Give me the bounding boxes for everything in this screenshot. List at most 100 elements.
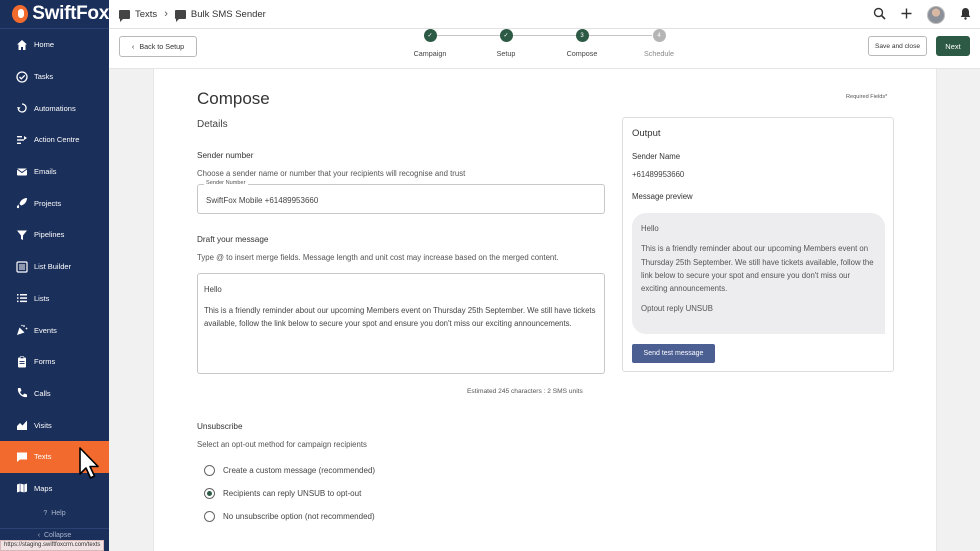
sidebar-item-label: Emails xyxy=(34,167,57,177)
sidebar-item-label: Calls xyxy=(34,388,51,398)
collapse-button[interactable]: ‹ Collapse xyxy=(0,528,109,539)
sidebar-item-label: Action Centre xyxy=(34,135,80,145)
bell-icon[interactable] xyxy=(959,7,972,23)
draft-message-help: Type @ to insert merge fields. Message l… xyxy=(197,253,559,262)
check-icon: ✓ xyxy=(499,29,513,42)
chevron-right-icon: › xyxy=(164,8,168,20)
sender-name-value: +61489953660 xyxy=(632,170,685,179)
sidebar-item-list-builder[interactable]: List Builder xyxy=(0,251,109,283)
message-icon xyxy=(15,450,28,463)
phone-icon xyxy=(15,387,28,400)
radio-button[interactable] xyxy=(204,488,215,499)
list-icon xyxy=(15,292,28,305)
refresh-icon xyxy=(15,102,28,115)
list-builder-icon xyxy=(15,260,28,273)
breadcrumb-texts[interactable]: Texts xyxy=(135,9,157,20)
step-setup[interactable]: ✓ Setup xyxy=(476,29,536,58)
sidebar-item-automations[interactable]: Automations xyxy=(0,92,109,124)
sidebar-item-events[interactable]: Events xyxy=(0,314,109,346)
radio-button[interactable] xyxy=(204,511,215,522)
filter-icon xyxy=(15,228,28,241)
map-icon xyxy=(15,482,28,495)
sender-name-label: Sender Name xyxy=(632,152,681,161)
sidebar-item-forms[interactable]: Forms xyxy=(0,346,109,378)
sidebar-item-lists[interactable]: Lists xyxy=(0,283,109,315)
sender-field-label: Sender Number xyxy=(204,180,248,186)
sidebar-item-pipelines[interactable]: Pipelines xyxy=(0,219,109,251)
breadcrumb-bulk-sms: Bulk SMS Sender xyxy=(190,8,266,20)
app-name: SwiftFox xyxy=(32,3,109,24)
check-icon: ✓ xyxy=(423,29,437,42)
top-actions xyxy=(873,0,972,29)
step-number: 3 xyxy=(575,29,589,42)
back-to-setup-button[interactable]: ‹ Back to Setup xyxy=(119,36,197,57)
send-test-message-button[interactable]: Send test message xyxy=(632,344,715,363)
sidebar-item-calls[interactable]: Calls xyxy=(0,378,109,410)
radio-button[interactable] xyxy=(204,465,215,476)
sidebar-item-emails[interactable]: Emails xyxy=(0,156,109,188)
step-label: Campaign xyxy=(413,49,447,58)
home-icon xyxy=(15,38,28,51)
message-body: This is a friendly reminder about our up… xyxy=(204,305,596,329)
sidebar-item-projects[interactable]: Projects xyxy=(0,187,109,219)
message-greeting: Hello xyxy=(204,285,222,294)
sidebar-item-label: Lists xyxy=(34,293,50,303)
next-button[interactable]: Next xyxy=(936,36,970,56)
page-title: Compose xyxy=(197,89,270,108)
message-icon xyxy=(119,9,130,22)
sidebar-item-label: List Builder xyxy=(34,262,72,272)
sidebar-item-label: Events xyxy=(34,325,57,335)
unsub-option-none[interactable]: No unsubscribe option (not recommended) xyxy=(204,511,375,522)
character-estimate: Estimated 245 characters : 2 SMS units xyxy=(467,388,583,395)
back-label: Back to Setup xyxy=(139,42,185,51)
required-fields-note: Required Fields* xyxy=(846,94,888,100)
help-label: Help xyxy=(51,510,66,517)
help-link[interactable]: ? Help xyxy=(0,510,109,517)
clipboard-icon xyxy=(15,355,28,368)
preview-optout: Optout reply UNSUB xyxy=(641,304,713,314)
chevron-left-icon: ‹ xyxy=(131,42,135,51)
sidebar-item-tasks[interactable]: Tasks xyxy=(0,61,109,93)
sender-number-field[interactable]: Sender Number SwiftFox Mobile +614899536… xyxy=(197,180,605,214)
sidebar-item-label: Visits xyxy=(34,420,52,430)
message-textarea[interactable]: Hello This is a friendly reminder about … xyxy=(197,273,605,374)
unsub-option-reply[interactable]: Recipients can reply UNSUB to opt-out xyxy=(204,488,361,499)
step-schedule[interactable]: 4 Schedule xyxy=(629,29,689,58)
preview-greeting: Hello xyxy=(641,224,659,233)
sidebar-item-label: Home xyxy=(34,40,55,50)
chart-icon xyxy=(15,419,28,432)
sidebar-nav: Home Tasks Automations Action Centre Ema… xyxy=(0,29,109,504)
avatar[interactable] xyxy=(927,5,945,24)
save-and-close-button[interactable]: Save and close xyxy=(868,36,927,56)
message-icon xyxy=(174,9,186,22)
draft-message-label: Draft your message xyxy=(197,235,269,244)
sidebar-item-action-centre[interactable]: Action Centre xyxy=(0,124,109,156)
output-title: Output xyxy=(632,128,661,139)
step-compose[interactable]: 3 Compose xyxy=(552,29,612,58)
sender-number-help: Choose a sender name or number that your… xyxy=(197,169,466,178)
party-icon xyxy=(15,324,28,337)
stepper-bar: ‹ Back to Setup ✓ Campaign ✓ Setup 3 Comp… xyxy=(109,29,980,69)
sidebar-item-label: Tasks xyxy=(34,72,54,82)
sidebar-item-label: Pipelines xyxy=(34,230,65,240)
details-heading: Details xyxy=(197,119,228,130)
envelope-icon xyxy=(15,165,28,178)
sidebar-item-home[interactable]: Home xyxy=(0,29,109,61)
plus-icon[interactable] xyxy=(900,7,913,23)
sidebar-item-label: Projects xyxy=(34,198,62,208)
sidebar-item-visits[interactable]: Visits xyxy=(0,409,109,441)
action-centre-icon xyxy=(15,133,28,146)
radio-label: No unsubscribe option (not recommended) xyxy=(223,512,375,521)
sender-number-label: Sender number xyxy=(197,151,254,160)
step-campaign[interactable]: ✓ Campaign xyxy=(400,29,460,58)
radio-label: Create a custom message (recommended) xyxy=(223,466,376,475)
sidebar-item-label: Automations xyxy=(34,103,76,113)
check-circle-icon xyxy=(15,70,28,83)
top-bar: Texts › Bulk SMS Sender xyxy=(109,0,980,29)
search-icon[interactable] xyxy=(873,7,886,23)
app-logo[interactable]: SwiftFox xyxy=(0,0,109,29)
step-label: Compose xyxy=(566,49,598,58)
fox-logo-icon xyxy=(12,5,29,23)
sidebar-item-label: Forms xyxy=(34,357,56,367)
unsub-option-custom[interactable]: Create a custom message (recommended) xyxy=(204,465,375,476)
